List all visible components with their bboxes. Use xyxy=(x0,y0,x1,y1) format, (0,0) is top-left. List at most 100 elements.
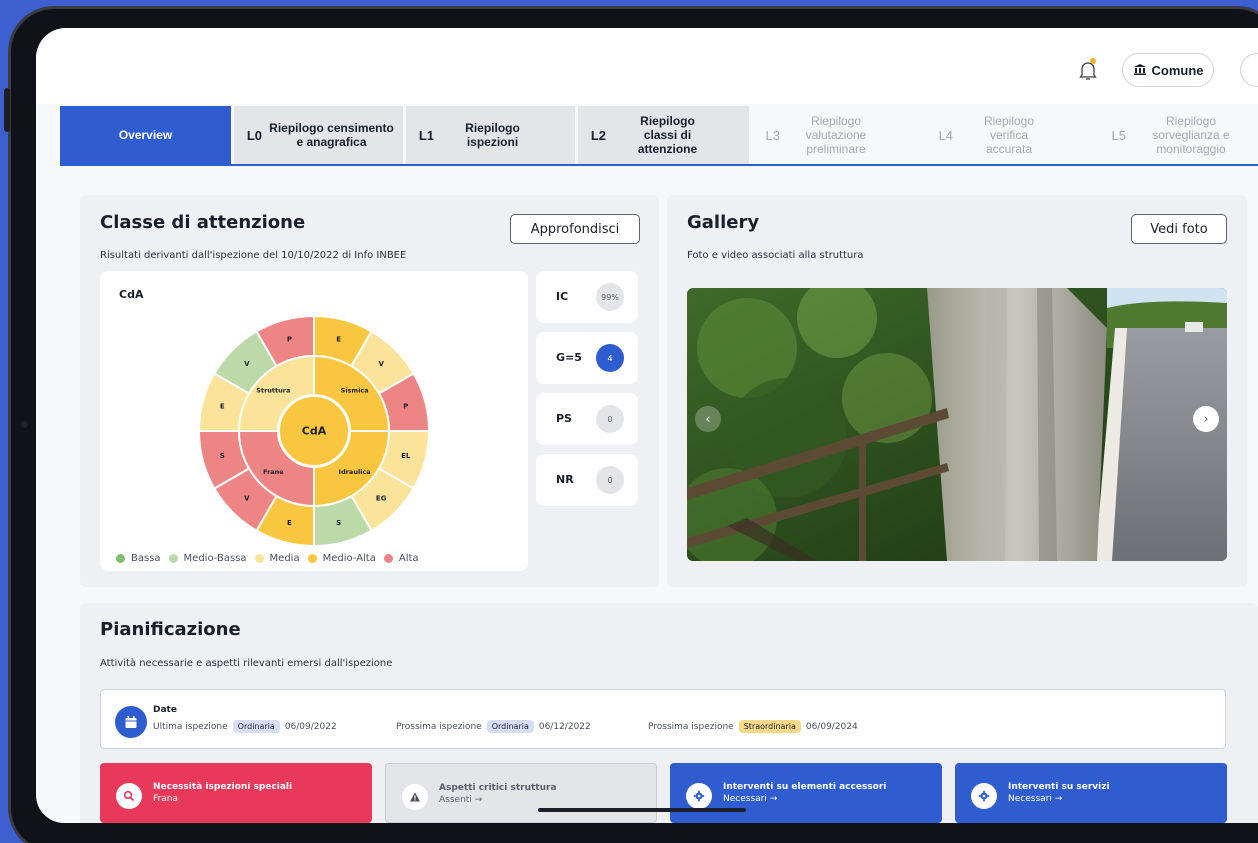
tab-label: Riepilogo verifica accurata xyxy=(983,114,1035,156)
sunburst-outer-label: S xyxy=(336,519,341,527)
pianificazione-subtitle: Attività necessarie e aspetti rilevanti … xyxy=(100,658,393,669)
date-panel: Date Ultima ispezione Ordinaria 06/09/20… xyxy=(100,689,1226,749)
gear-icon xyxy=(971,783,997,809)
sunburst-outer-label: V xyxy=(244,495,250,503)
tab-l2[interactable]: L2 Riepilogo classi di attenzione xyxy=(578,106,749,164)
tablet-side-button xyxy=(4,88,10,132)
kpi-key: PS xyxy=(556,412,572,425)
legend-dot-medio-alta xyxy=(307,554,317,563)
badge-straordinaria: Straordinaria xyxy=(738,720,801,733)
date-title: Date xyxy=(153,705,177,715)
building-icon xyxy=(1133,63,1147,78)
kpi-ic: IC 99% xyxy=(536,271,638,323)
action-subtitle: Necessari → xyxy=(1008,794,1063,804)
action-elementi-accessori[interactable]: Interventi su elementi accessori Necessa… xyxy=(670,763,942,823)
notification-dot xyxy=(1090,58,1096,64)
action-servizi[interactable]: Interventi su servizi Necessari → xyxy=(955,763,1227,823)
tablet-camera xyxy=(21,421,28,428)
comune-label: Comune xyxy=(1151,62,1204,78)
tab-l4[interactable]: L4 Riepilogo verifica accurata xyxy=(925,106,1095,164)
kpi-g5: G=5 4 xyxy=(536,332,638,384)
tab-label: Riepilogo ispezioni xyxy=(465,121,520,149)
kpi-value: 0 xyxy=(596,466,624,494)
sunburst-outer-label: P xyxy=(403,403,408,411)
tab-label: Riepilogo sorveglianza e monitoraggio xyxy=(1152,114,1230,156)
kpi-value: 0 xyxy=(596,405,624,433)
notification-bell-icon[interactable] xyxy=(1078,60,1098,82)
tab-label: Riepilogo censimento e anagrafica xyxy=(269,121,394,149)
gallery-photo[interactable]: ‹ › xyxy=(687,288,1227,561)
kpi-ps: PS 0 xyxy=(536,393,638,445)
gallery-prev-icon[interactable]: ‹ xyxy=(695,406,721,432)
kpi-value: 99% xyxy=(596,283,624,311)
sunburst-center-label: CdA xyxy=(302,425,327,438)
sunburst-outer-label: E xyxy=(336,336,341,344)
tab-label: Riepilogo classi di attenzione xyxy=(637,114,698,156)
vedi-foto-button[interactable]: Vedi foto xyxy=(1131,214,1227,244)
screen: Comune Overview L0 Riepilogo censimento … xyxy=(36,28,1258,823)
action-title: Interventi su elementi accessori xyxy=(723,782,887,792)
comune-button[interactable]: Comune xyxy=(1122,53,1214,87)
approfondisci-button[interactable]: Approfondisci xyxy=(510,214,640,244)
gear-icon xyxy=(686,783,712,809)
action-title: Necessità ispezioni speciali xyxy=(153,782,293,792)
action-title: Aspetti critici struttura xyxy=(439,783,557,793)
action-title: Interventi su servizi xyxy=(1008,782,1110,792)
tab-l0[interactable]: L0 Riepilogo censimento e anagrafica xyxy=(234,106,403,164)
sunburst-outer-label: E xyxy=(287,519,292,527)
date-value: 06/09/2024 xyxy=(805,721,858,732)
action-aspetti-critici[interactable]: Aspetti critici struttura Assenti → xyxy=(385,763,657,823)
sunburst-outer-label: P xyxy=(287,336,292,344)
sunburst-inner-label: Sismica xyxy=(341,387,369,395)
kpi-key: G=5 xyxy=(556,351,582,364)
level-tabs: Overview L0 Riepilogo censimento e anagr… xyxy=(60,106,1258,166)
legend-label: Bassa xyxy=(131,553,161,564)
action-ispezioni-speciali[interactable]: Necessità ispezioni speciali Frana xyxy=(100,763,372,823)
gallery-card: Gallery Vedi foto Foto e video associati… xyxy=(667,195,1247,587)
date-label: Prossima ispezione xyxy=(396,721,482,732)
sunburst-outer-label: S xyxy=(220,452,225,460)
legend-dot-bassa xyxy=(116,554,125,563)
classe-attenzione-card: Classe di attenzione Approfondisci Risul… xyxy=(80,195,659,587)
search-icon xyxy=(116,783,142,809)
gallery-subtitle: Foto e video associati alla struttura xyxy=(687,250,864,261)
gallery-title: Gallery xyxy=(687,212,760,233)
action-subtitle: Frana xyxy=(153,794,178,804)
date-value: 06/09/2022 xyxy=(284,721,337,732)
legend-label: Medio-Alta xyxy=(322,553,376,564)
kpi-value: 4 xyxy=(596,344,624,372)
tab-code: L0 xyxy=(246,127,262,143)
legend-label: Alta xyxy=(398,553,419,564)
legend-dot-media xyxy=(254,554,264,563)
user-menu-button[interactable] xyxy=(1240,53,1258,87)
gallery-next-icon[interactable]: › xyxy=(1193,406,1219,432)
legend-dot-medio-bassa xyxy=(168,554,178,563)
date-item-prossima: Prossima ispezione Ordinaria 06/12/2022 xyxy=(396,720,591,733)
tab-label: Overview xyxy=(118,128,173,142)
tab-code: L2 xyxy=(590,127,606,143)
tab-overview[interactable]: Overview xyxy=(60,106,231,164)
classe-subtitle: Risultati derivanti dall'ispezione del 1… xyxy=(100,250,407,261)
tab-l1[interactable]: L1 Riepilogo ispezioni xyxy=(406,106,575,164)
tab-label: Riepilogo valutazione preliminare xyxy=(805,114,867,156)
sunburst-inner-label: Frane xyxy=(263,468,284,476)
sunburst-outer-label: V xyxy=(244,360,250,368)
date-item-prossima-straordinaria: Prossima ispezione Straordinaria 06/09/2… xyxy=(648,720,858,733)
badge-ordinaria: Ordinaria xyxy=(232,720,280,733)
sunburst-outer-label: EG xyxy=(376,495,387,503)
tab-l3[interactable]: L3 Riepilogo valutazione preliminare xyxy=(752,106,922,164)
date-value: 06/12/2022 xyxy=(538,721,591,732)
tab-code: L1 xyxy=(418,127,434,143)
date-label: Ultima ispezione xyxy=(153,721,228,732)
calendar-icon xyxy=(115,706,147,738)
top-bar: Comune xyxy=(36,28,1258,104)
date-item-ultima: Ultima ispezione Ordinaria 06/09/2022 xyxy=(153,720,337,733)
sunburst-outer-label: V xyxy=(378,360,384,368)
tab-l5[interactable]: L5 Riepilogo sorveglianza e monitoraggio xyxy=(1098,106,1258,164)
legend-dot-alta xyxy=(383,554,393,563)
legend-label: Media xyxy=(269,553,300,564)
sunburst-inner-label: Struttura xyxy=(256,387,290,395)
sunburst-inner-label: Idraulica xyxy=(339,468,371,476)
kpi-key: NR xyxy=(556,473,574,486)
pianificazione-card: Pianificazione Attività necessarie e asp… xyxy=(80,603,1258,823)
